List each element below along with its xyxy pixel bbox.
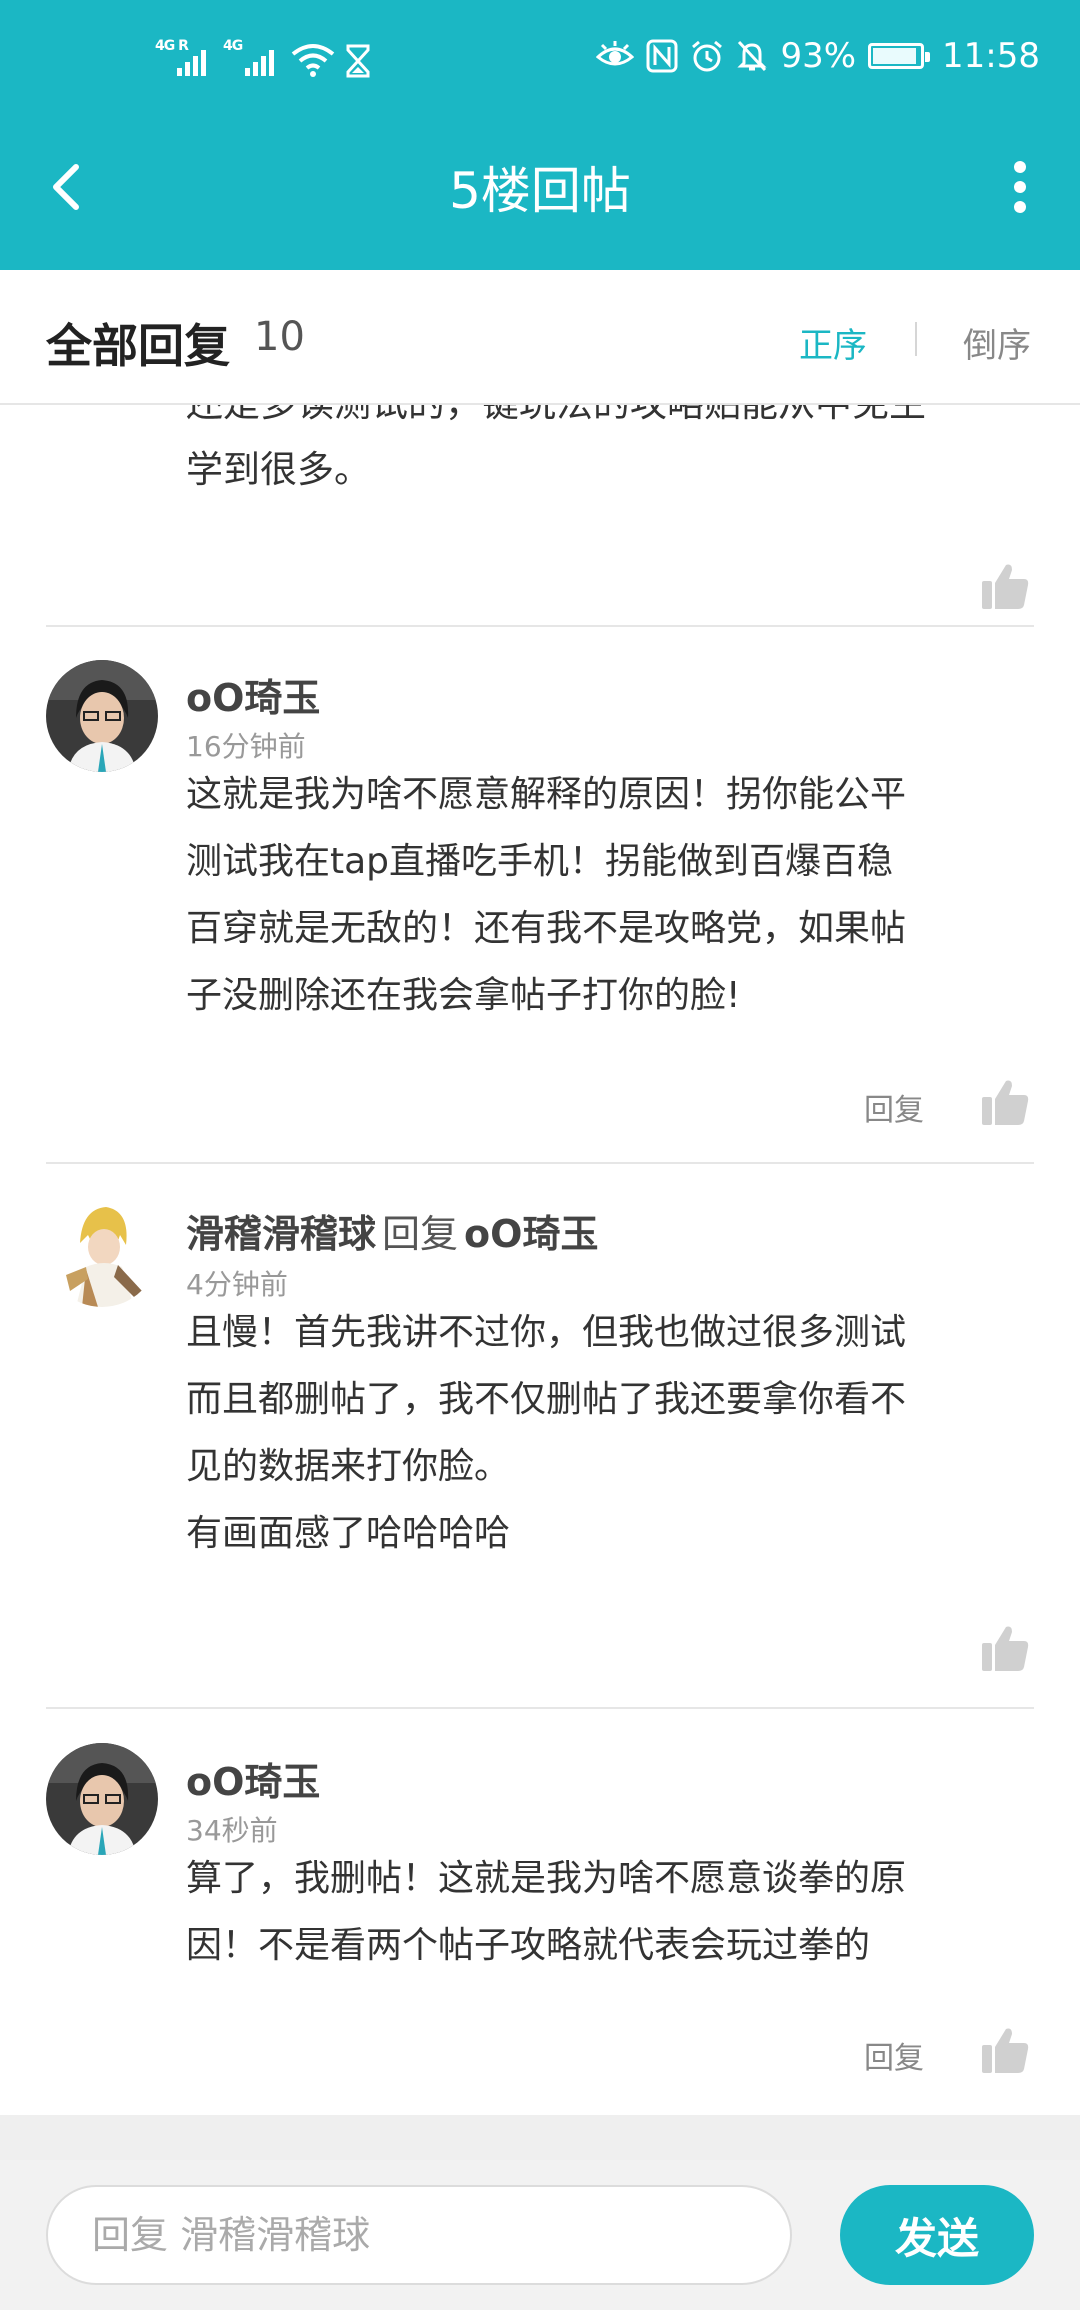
comment-time: 16分钟前 [186,730,306,763]
comment-feed[interactable]: 还是多读测试的，键玩法的攻略贴能从中免生 学到很多。 oO琦玉 16分钟前 这就… [0,405,1080,2115]
battery-icon [868,43,931,69]
send-button[interactable]: 发送 [840,2185,1034,2285]
sort-divider [915,322,917,356]
comment-author[interactable]: oO琦玉 [186,667,320,722]
comment-line: 有画面感了哈哈哈哈 [186,1513,511,1554]
comment-line: 因！不是看两个帖子攻略就代表会玩过拳的 [186,1925,871,1966]
all-replies-title: 全部回复 [46,319,230,373]
avatar[interactable] [46,1195,158,1307]
comment-time: 4分钟前 [186,1268,288,1301]
avatar[interactable] [46,660,158,772]
reply-button[interactable]: 回复 [864,2033,924,2077]
comment-line: 而且都删帖了，我不仅删帖了我还要拿你看不 [186,1379,907,1420]
top-bar: 4G R 4G 93% 11:58 5楼回帖 [0,0,1080,270]
reply-button[interactable]: 回复 [864,1085,924,1129]
comment-author[interactable]: oO琦玉 [186,1751,320,1806]
comment-line: 见的数据来打你脸。 [186,1446,511,1487]
comment-divider [46,1162,1034,1164]
comment-line: 百穿就是无敌的！还有我不是攻略党，如果帖 [186,908,907,949]
avatar[interactable] [46,1743,158,1855]
partial-comment-line: 还是多读测试的，键玩法的攻略贴能从中免生 [186,405,926,427]
thumbs-up-icon[interactable] [980,1077,1030,1127]
comment-time: 34秒前 [186,1814,278,1847]
comment-body: 算了，我删帖！这就是我为啥不愿意谈拳的原 因！不是看两个帖子攻略就代表会玩过拳的 [186,1845,1036,1979]
comment-body: 且慢！首先我讲不过你，但我也做过很多测试 而且都删帖了，我不仅删帖了我还要拿你看… [186,1299,1036,1567]
nfc-icon [646,39,678,73]
status-left: 4G R 4G [155,38,371,78]
comment-line: 子没删除还在我会拿帖子打你的脸! [186,975,741,1016]
comment-line: 这就是我为啥不愿意解释的原因！拐你能公平 [186,774,907,815]
reply-to-word: 回复 [382,1212,459,1256]
reply-to-author[interactable]: oO琦玉 [464,1212,598,1256]
reply-input[interactable] [46,2185,792,2285]
thumbs-up-icon[interactable] [980,2025,1030,2075]
comment-body: 这就是我为啥不愿意解释的原因！拐你能公平 测试我在tap直播吃手机！拐能做到百爆… [186,761,1036,1029]
comment-line: 且慢！首先我讲不过你，但我也做过很多测试 [186,1312,907,1353]
partial-comment-line: 学到很多。 [186,448,371,491]
reply-count: 10 [254,314,305,360]
status-right: 93% 11:58 [596,36,1040,76]
signal-icon: 4G [223,38,281,78]
thumbs-up-icon[interactable] [980,1623,1030,1673]
sort-descending-tab[interactable]: 倒序 [963,318,1031,367]
more-vertical-icon [990,161,1050,213]
comment-author[interactable]: 滑稽滑稽球 [186,1212,376,1256]
clock: 11:58 [942,36,1040,76]
thumbs-up-icon[interactable] [980,561,1030,611]
comment-line: 算了，我删帖！这就是我为啥不愿意谈拳的原 [186,1858,907,1899]
signal-2-label: 4G [223,38,243,54]
sort-ascending-tab[interactable]: 正序 [799,318,867,367]
alarm-icon [690,39,724,73]
more-button[interactable] [990,153,1050,225]
comment-divider [46,1707,1034,1709]
page-title: 5楼回帖 [449,162,631,220]
bell-off-icon [736,39,768,73]
battery-percent: 93% [780,36,857,76]
comment-line: 测试我在tap直播吃手机！拐能做到百爆百稳 [186,841,894,882]
comment-author-line: 滑稽滑稽球 回复 oO琦玉 [186,1203,598,1258]
signal-icon: 4G R [155,38,213,78]
status-bar: 4G R 4G 93% 11:58 [0,0,1080,125]
hourglass-icon [345,44,371,78]
comment-divider [46,625,1034,627]
eye-icon [596,41,635,71]
wifi-icon [291,42,335,78]
nav-bar: 5楼回帖 [0,125,1080,270]
reply-header: 全部回复 10 正序 倒序 [0,270,1080,405]
reply-input-bar: 发送 [0,2160,1080,2310]
